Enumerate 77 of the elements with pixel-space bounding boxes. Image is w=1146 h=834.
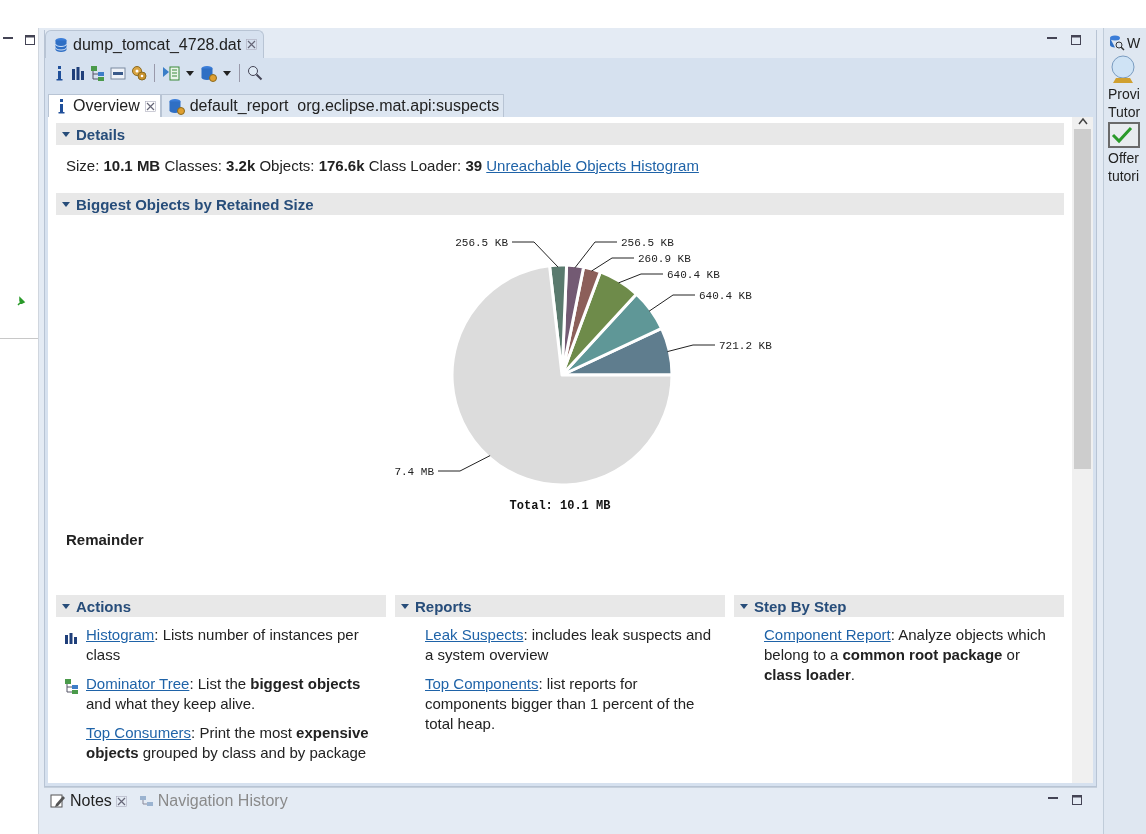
- leader-line: [618, 273, 664, 284]
- description-text: Dominator Tree: List the biggest objects and what they keep alive.: [86, 674, 362, 714]
- link[interactable]: Unreachable Objects Histogram: [486, 157, 699, 174]
- expanded-icon[interactable]: [62, 130, 70, 138]
- editor-tab[interactable]: dump_tomcat_4728.dat: [45, 30, 265, 58]
- section-header[interactable]: Details: [56, 123, 1064, 145]
- tree-icon[interactable]: [90, 64, 105, 82]
- scrollbar[interactable]: [1072, 117, 1093, 783]
- expanded-icon[interactable]: [401, 602, 409, 610]
- section-title: Reports: [415, 597, 472, 615]
- leader-line: [437, 455, 491, 472]
- search-icon[interactable]: [247, 65, 263, 81]
- gears-icon[interactable]: [131, 65, 147, 81]
- slice-label: 260.9 KB: [638, 253, 691, 265]
- maximize-icon[interactable]: [1071, 794, 1083, 806]
- section-header[interactable]: Reports: [395, 595, 725, 617]
- pin-icon[interactable]: [16, 296, 26, 306]
- close-icon[interactable]: [115, 795, 127, 807]
- leader-line: [511, 241, 559, 268]
- database-gear-icon[interactable]: [200, 64, 217, 82]
- maximize-icon[interactable]: [1070, 34, 1082, 46]
- slice-label: 640.4 KB: [699, 290, 752, 302]
- report-icon[interactable]: [162, 65, 180, 81]
- panel-text: Offer: [1108, 150, 1140, 166]
- description-text: Leak Suspects: includes leak suspects and a system overview: [425, 625, 713, 665]
- database-icon: [54, 36, 68, 53]
- caret-icon[interactable]: [222, 69, 232, 77]
- expanded-icon[interactable]: [62, 200, 70, 208]
- report-tab[interactable]: default_report org.eclipse.mat.api:suspects: [160, 94, 505, 117]
- section-header[interactable]: Step By Step: [734, 595, 1064, 617]
- panel-title: W: [1127, 34, 1141, 51]
- link[interactable]: Leak Suspects: [425, 626, 524, 643]
- description-text: Top Consumers: Print the most expensive objects grouped by class and by package: [86, 723, 370, 763]
- tree-icon: [64, 678, 79, 695]
- slice-label: 256.5 KB: [621, 237, 674, 249]
- view-tab[interactable]: Notes: [44, 788, 133, 814]
- expanded-icon[interactable]: [62, 602, 70, 610]
- chart-total: Total: 10.1 MB: [509, 499, 611, 513]
- report-tab[interactable]: Overview: [48, 94, 161, 117]
- scroll-up-icon[interactable]: [1077, 117, 1088, 125]
- slice-label: 256.5 KB: [455, 237, 508, 249]
- description-text: Component Report: Analyze objects which belong to a common root package or class loader.: [764, 625, 1047, 685]
- leader-line: [648, 294, 696, 312]
- panel-text: Tutor: [1108, 104, 1142, 120]
- remainder-label: Remainder: [66, 531, 145, 548]
- slice-label: 7.4 MB: [394, 466, 434, 478]
- close-icon[interactable]: [144, 100, 156, 112]
- panel-text: tutori: [1108, 168, 1141, 184]
- histogram-icon: [64, 631, 78, 644]
- notepad-icon: [50, 793, 66, 809]
- section-header[interactable]: Actions: [56, 595, 386, 617]
- caret-icon[interactable]: [185, 69, 195, 77]
- section-title: Biggest Objects by Retained Size: [76, 195, 314, 213]
- description-text: Histogram: Lists number of instances per class: [86, 625, 360, 665]
- histogram-icon[interactable]: [71, 65, 85, 81]
- description-text: Top Components: list reports for components bigger than 1 percent of the total heap.: [425, 674, 696, 734]
- checkmark-icon: [1108, 122, 1140, 148]
- section-header[interactable]: Biggest Objects by Retained Size: [56, 193, 1064, 215]
- history-icon: [138, 794, 154, 808]
- section-title: Actions: [76, 597, 131, 615]
- query-icon[interactable]: [110, 65, 126, 81]
- slice-label: 721.2 KB: [719, 340, 772, 352]
- section-title: Details: [76, 125, 126, 143]
- link[interactable]: Dominator Tree: [86, 675, 190, 692]
- close-icon[interactable]: [246, 39, 258, 50]
- globe-icon: [1108, 53, 1138, 84]
- database-search-icon[interactable]: [1108, 34, 1125, 51]
- panel-text: Provi: [1108, 86, 1141, 102]
- leader-line: [666, 344, 716, 353]
- expanded-icon[interactable]: [740, 602, 748, 610]
- database-gear-icon: [167, 97, 185, 115]
- link[interactable]: Component Report: [764, 626, 891, 643]
- summary-text: Size: 10.1 MB Classes: 3.2k Objects: 176.6k Class Loader: 39: [66, 157, 484, 174]
- slice-label: 640.4 KB: [667, 269, 720, 281]
- link[interactable]: Top Components: [425, 675, 539, 692]
- maximize-icon[interactable]: [24, 34, 36, 46]
- section-title: Step By Step: [754, 597, 847, 615]
